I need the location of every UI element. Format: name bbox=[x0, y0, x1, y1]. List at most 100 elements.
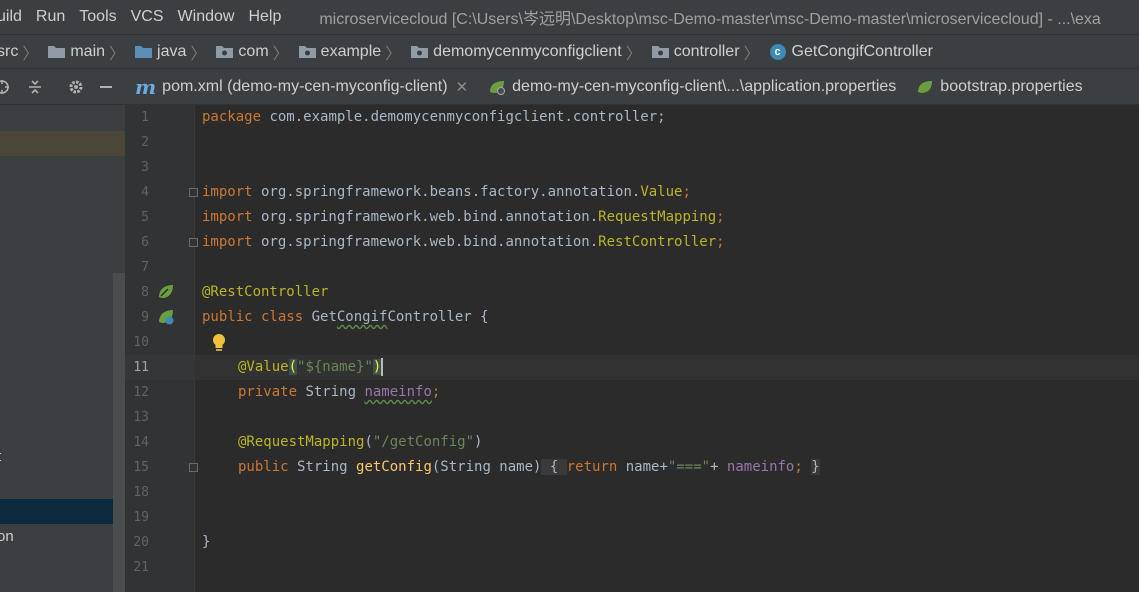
breadcrumb-label: src bbox=[0, 42, 19, 60]
project-panel: t on bbox=[0, 105, 125, 592]
tab-label: bootstrap.properties bbox=[940, 77, 1083, 95]
breadcrumb-java[interactable]: java bbox=[135, 43, 186, 61]
menu-tools[interactable]: Tools bbox=[79, 8, 116, 26]
annotation: @Value bbox=[238, 359, 289, 375]
line-number: 5 bbox=[141, 210, 149, 225]
code-line-4: import org.springframework.beans.factory… bbox=[202, 180, 691, 205]
line-number: 15 bbox=[133, 460, 149, 475]
keyword: import bbox=[202, 209, 253, 225]
breadcrumb-label: controller bbox=[673, 42, 740, 60]
code-editor[interactable] bbox=[195, 105, 1139, 592]
code-line-11: @Value("${name}") bbox=[238, 355, 384, 380]
fold-marker-icon[interactable] bbox=[189, 238, 198, 247]
keyword: import bbox=[202, 234, 253, 250]
locate-target-icon[interactable] bbox=[0, 79, 10, 95]
line-number: 3 bbox=[141, 160, 149, 175]
keyword: public bbox=[202, 309, 253, 325]
breadcrumb-controller[interactable]: controller bbox=[651, 42, 740, 61]
chevron-right-icon: 〉 bbox=[743, 45, 760, 63]
folder-icon bbox=[48, 46, 66, 58]
line-number: 7 bbox=[141, 260, 149, 275]
semicolon: ; bbox=[794, 459, 812, 475]
expression: name+ bbox=[617, 459, 668, 475]
import-class: RestController bbox=[598, 234, 717, 250]
keyword: private bbox=[238, 384, 298, 400]
tree-item[interactable]: on bbox=[0, 528, 14, 545]
tab-application-properties[interactable]: demo-my-cen-myconfig-client\...\applicat… bbox=[478, 69, 906, 104]
keyword: public bbox=[238, 459, 289, 475]
folded-brace: { bbox=[541, 459, 567, 475]
semicolon: ; bbox=[716, 209, 725, 225]
selected-tree-row[interactable] bbox=[0, 131, 125, 156]
chevron-right-icon: 〉 bbox=[190, 45, 207, 63]
code-line-20: } bbox=[202, 530, 210, 555]
menu-run[interactable]: Run bbox=[36, 8, 65, 26]
paren-match: ( bbox=[288, 359, 298, 375]
method-params: (String name) bbox=[431, 459, 542, 475]
tab-bootstrap-properties[interactable]: bootstrap.properties bbox=[906, 69, 1092, 104]
collapse-all-icon[interactable] bbox=[27, 79, 43, 95]
keyword: return bbox=[566, 459, 618, 475]
breadcrumb-label: com bbox=[238, 42, 269, 60]
line-number-current: 11 bbox=[133, 360, 149, 375]
scrollbar[interactable] bbox=[113, 273, 125, 592]
spring-bean-navigate-icon[interactable] bbox=[157, 308, 175, 326]
line-number: 12 bbox=[133, 385, 149, 400]
string-literal: "/getConfig" bbox=[372, 434, 475, 450]
keyword: class bbox=[252, 309, 304, 325]
window-title: microservicecloud [C:\Users\岑远明\Desktop\… bbox=[319, 11, 1101, 28]
keyword: package bbox=[202, 109, 262, 125]
selected-tree-row-focus[interactable] bbox=[0, 499, 113, 524]
breadcrumb-label: GetCongifController bbox=[791, 42, 933, 60]
field-name: nameinfo bbox=[726, 459, 795, 475]
semicolon: ; bbox=[716, 234, 725, 250]
type: String bbox=[297, 384, 365, 400]
keyword: import bbox=[202, 184, 253, 200]
breadcrumb-label: main bbox=[70, 42, 106, 60]
package-icon bbox=[216, 46, 234, 58]
import-path: org.springframework.beans.factory.annota… bbox=[252, 184, 641, 200]
string-literal: "${name}" bbox=[297, 359, 373, 375]
class-name-part: Controller { bbox=[387, 309, 489, 325]
code-line-15: public String getConfig(String name) { r… bbox=[238, 455, 820, 480]
menu-build[interactable]: uild bbox=[0, 8, 22, 26]
gear-icon[interactable] bbox=[68, 79, 84, 95]
menu-window[interactable]: Window bbox=[178, 8, 235, 26]
menu-help[interactable]: Help bbox=[248, 8, 281, 26]
line-number: 13 bbox=[133, 410, 149, 425]
tab-label: demo-my-cen-myconfig-client\...\applicat… bbox=[512, 77, 897, 95]
source-folder-icon bbox=[135, 46, 153, 58]
spring-bean-icon[interactable] bbox=[157, 283, 175, 301]
chevron-right-icon: 〉 bbox=[272, 45, 289, 63]
class-icon: c bbox=[769, 43, 786, 60]
closing-brace: } bbox=[202, 534, 211, 550]
breadcrumb-getcongifcontroller[interactable]: c GetCongifController bbox=[769, 42, 933, 61]
breadcrumb-main[interactable]: main bbox=[48, 43, 105, 61]
tree-item[interactable]: t bbox=[0, 448, 1, 465]
breadcrumb-demomycenmyconfigclient[interactable]: demomycenmyconfigclient bbox=[411, 43, 622, 61]
fold-marker-icon[interactable] bbox=[189, 188, 198, 197]
spring-leaf-icon bbox=[490, 80, 506, 95]
line-number: 8 bbox=[141, 285, 149, 300]
menu-vcs[interactable]: VCS bbox=[131, 8, 164, 26]
breadcrumb-src[interactable]: src bbox=[0, 43, 18, 61]
paren: ) bbox=[474, 434, 483, 450]
tab-label: pom.xml (demo-my-cen-myconfig-client) bbox=[162, 77, 448, 95]
tab-pom-xml[interactable]: m pom.xml (demo-my-cen-myconfig-client) … bbox=[125, 69, 478, 104]
annotation: @RequestMapping bbox=[238, 434, 365, 450]
lightbulb-icon[interactable] bbox=[211, 333, 227, 353]
breadcrumb-example[interactable]: example bbox=[298, 43, 381, 61]
text-caret bbox=[381, 358, 384, 376]
code-line-5: import org.springframework.web.bind.anno… bbox=[202, 205, 725, 230]
fold-marker-icon[interactable] bbox=[189, 463, 198, 472]
type: String bbox=[288, 459, 357, 475]
close-icon[interactable]: ✕ bbox=[456, 78, 469, 96]
project-toolbar bbox=[0, 69, 125, 105]
chevron-right-icon: 〉 bbox=[385, 45, 402, 63]
minimize-icon[interactable] bbox=[98, 79, 114, 95]
breadcrumb-com[interactable]: com bbox=[216, 42, 269, 61]
line-number: 19 bbox=[133, 510, 149, 525]
breadcrumb-label: demomycenmyconfigclient bbox=[433, 42, 622, 60]
paren-match: ) bbox=[372, 359, 382, 375]
field-name: nameinfo bbox=[364, 384, 432, 400]
